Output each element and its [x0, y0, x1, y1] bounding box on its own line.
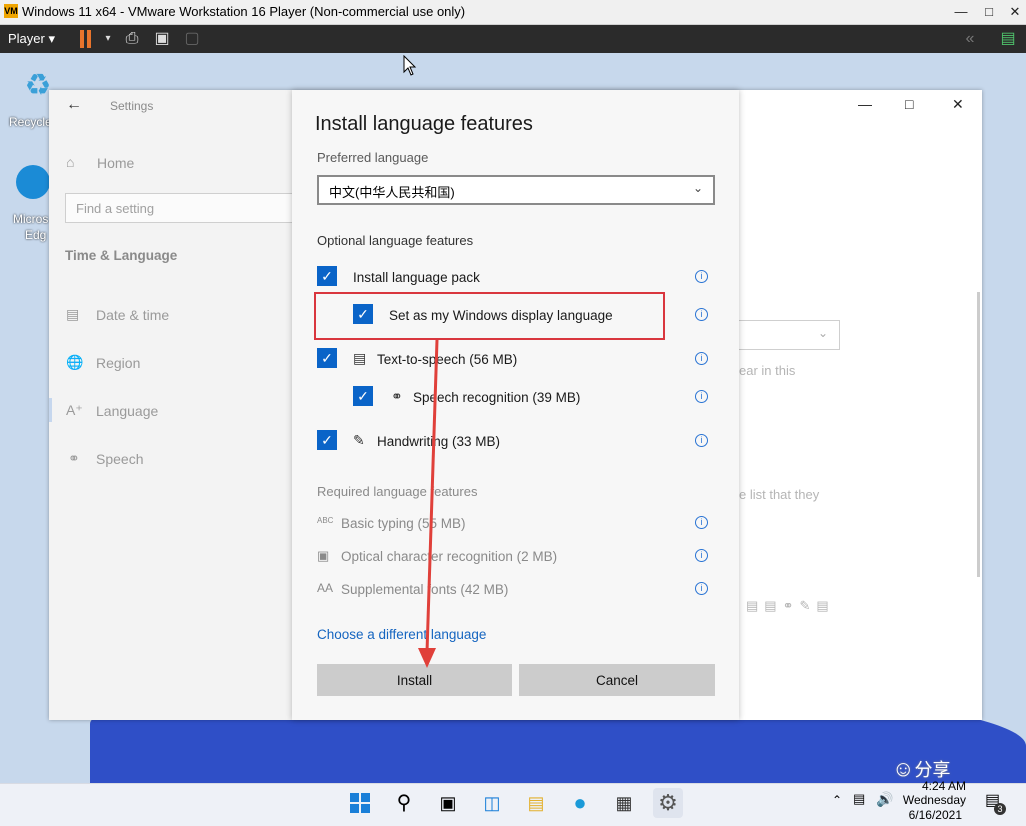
- cancel-button[interactable]: Cancel: [519, 664, 715, 696]
- collapse-icon[interactable]: «: [960, 29, 980, 49]
- network-icon[interactable]: ▤: [853, 791, 865, 807]
- info-icon[interactable]: i: [695, 516, 708, 529]
- minimize-button[interactable]: —: [948, 0, 974, 24]
- install-language-pack-label: Install language pack: [353, 270, 480, 285]
- home-icon: ⌂: [66, 154, 75, 170]
- choose-different-language-link[interactable]: Choose a different language: [317, 627, 486, 642]
- info-icon[interactable]: i: [695, 352, 708, 365]
- dialog-title: Install language features: [315, 113, 533, 135]
- notification-badge: 3: [994, 803, 1006, 815]
- find-setting-placeholder: Find a setting: [76, 201, 155, 216]
- wechat-logo-icon: ☺: [892, 756, 915, 781]
- settings-close-button[interactable]: ✕: [952, 96, 964, 113]
- text-to-speech-checkbox[interactable]: ✓: [317, 348, 337, 368]
- taskbar: [0, 783, 1026, 826]
- send-ctrl-alt-del-icon[interactable]: ⎙: [122, 29, 142, 49]
- speech-recognition-checkbox[interactable]: ✓: [353, 386, 373, 406]
- ocr-label: Optical character recognition (2 MB): [341, 549, 558, 564]
- info-icon[interactable]: i: [695, 308, 708, 321]
- supplemental-fonts-label: Supplemental fonts (42 MB): [341, 582, 509, 597]
- background-text-2: e list that they: [739, 487, 820, 502]
- info-icon[interactable]: i: [695, 270, 708, 283]
- language-icon: A⁺: [66, 402, 83, 418]
- info-icon[interactable]: i: [695, 549, 708, 562]
- sidebar-item-home[interactable]: Home: [97, 155, 134, 171]
- sidebar-item-date-time[interactable]: Date & time: [96, 307, 169, 323]
- preferred-language-value: 中文(中华人民共和国): [329, 185, 455, 200]
- background-text-1: ear in this: [739, 363, 796, 378]
- install-button[interactable]: Install: [317, 664, 512, 696]
- pause-button[interactable]: [78, 30, 92, 48]
- section-heading: Time & Language: [65, 248, 178, 263]
- unity-icon[interactable]: ▢: [182, 29, 202, 49]
- vmware-logo-icon: VM: [4, 4, 18, 18]
- start-icon[interactable]: [345, 788, 375, 818]
- microphone-icon: ⚭: [391, 388, 403, 404]
- selected-indicator: [49, 398, 52, 422]
- handwriting-label: Handwriting (33 MB): [377, 434, 501, 449]
- find-setting-input[interactable]: Find a setting: [65, 193, 293, 223]
- close-button[interactable]: ✕: [1002, 0, 1026, 24]
- display-language-checkbox[interactable]: ✓: [353, 304, 373, 324]
- ocr-icon: ▣: [317, 548, 330, 563]
- watermark-text: 分享: [914, 760, 951, 780]
- install-language-pack-checkbox[interactable]: ✓: [317, 266, 337, 286]
- info-icon[interactable]: i: [695, 390, 708, 403]
- text-to-speech-label: Text-to-speech (56 MB): [377, 352, 518, 367]
- edge-label-2: Edg: [25, 228, 47, 242]
- fonts-icon: AA: [317, 581, 334, 595]
- file-explorer-icon[interactable]: ▤: [521, 788, 551, 818]
- clock-day[interactable]: Wednesday: [896, 793, 966, 807]
- info-icon[interactable]: i: [695, 434, 708, 447]
- speech-recognition-label: Speech recognition (39 MB): [413, 390, 581, 405]
- edge-desktop-icon[interactable]: [16, 165, 50, 199]
- info-icon[interactable]: i: [695, 582, 708, 595]
- player-menu-label: Player: [8, 31, 45, 46]
- display-language-label: Set as my Windows display language: [389, 308, 613, 323]
- background-scrollbar[interactable]: [977, 292, 980, 577]
- chevron-down-icon: ▾: [48, 31, 56, 46]
- pause-dropdown-icon[interactable]: ▾: [98, 29, 118, 49]
- recycle-bin-label: Recycle: [9, 115, 52, 129]
- notes-icon[interactable]: ▤: [998, 29, 1018, 49]
- handwriting-checkbox[interactable]: ✓: [317, 430, 337, 450]
- background-chevron-icon: ⌄: [818, 326, 829, 340]
- settings-sidebar: [49, 90, 293, 720]
- chevron-down-icon: ⌄: [693, 181, 704, 195]
- fullscreen-icon[interactable]: ▣: [152, 29, 172, 49]
- tray-chevron-up-icon[interactable]: ⌃: [832, 793, 842, 807]
- player-menu[interactable]: Player ▾: [8, 31, 55, 47]
- settings-taskbar-icon[interactable]: ⚙: [653, 788, 683, 818]
- background-feature-icons: ▤▤⚭✎▤: [746, 598, 835, 613]
- settings-app-title: Settings: [110, 99, 154, 113]
- text-to-speech-icon: ▤: [353, 350, 367, 366]
- maximize-button[interactable]: □: [976, 0, 1002, 24]
- optional-features-label: Optional language features: [317, 233, 474, 248]
- edge-label: Micros: [13, 212, 49, 226]
- clock-date[interactable]: 6/16/2021: [896, 808, 962, 822]
- basic-typing-label: Basic typing (55 MB): [341, 516, 466, 531]
- window-title: Windows 11 x64 - VMware Workstation 16 P…: [22, 4, 466, 19]
- edge-icon[interactable]: ●: [565, 788, 595, 818]
- sidebar-item-language[interactable]: Language: [96, 403, 158, 419]
- settings-minimize-button[interactable]: —: [858, 96, 872, 112]
- sidebar-item-speech[interactable]: Speech: [96, 451, 143, 467]
- mouse-cursor-icon: [403, 55, 417, 76]
- calendar-clock-icon: ▤: [66, 306, 80, 322]
- basic-typing-icon: ABC: [317, 516, 334, 525]
- volume-icon[interactable]: 🔊: [876, 791, 893, 808]
- back-arrow-icon[interactable]: ←: [66, 96, 82, 114]
- microphone-icon: ⚭: [68, 450, 80, 466]
- clock-time[interactable]: 4:24 AM: [906, 779, 966, 793]
- widgets-icon[interactable]: ◫: [477, 788, 507, 818]
- required-features-label: Required language features: [317, 484, 478, 499]
- search-icon[interactable]: ⚲: [389, 788, 419, 818]
- task-view-icon[interactable]: ▣: [433, 788, 463, 818]
- store-icon[interactable]: ▦: [609, 788, 639, 818]
- settings-maximize-button[interactable]: □: [905, 96, 913, 112]
- sidebar-item-region[interactable]: Region: [96, 355, 140, 371]
- preferred-language-label: Preferred language: [317, 150, 429, 165]
- globe-icon: 🌐: [66, 354, 84, 370]
- handwriting-icon: ✎: [353, 432, 365, 448]
